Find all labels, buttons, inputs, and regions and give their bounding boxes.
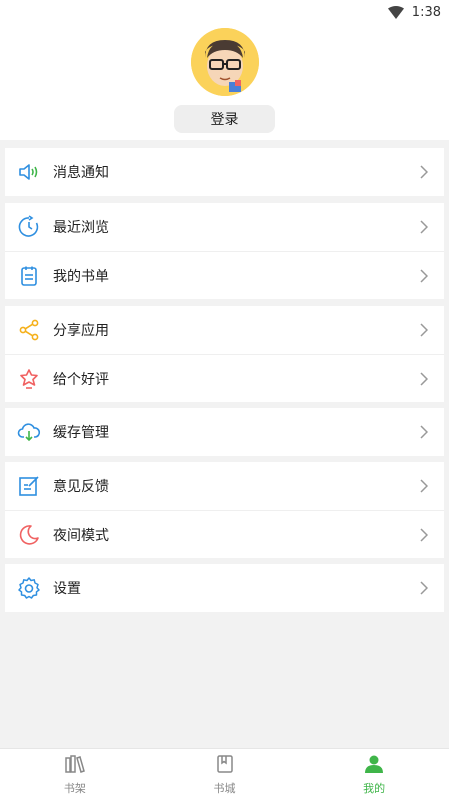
status-bar: 1:38 [0,0,449,24]
menu-item-label: 设置 [53,581,81,597]
chevron-right-icon [416,322,432,338]
chevron-right-icon [416,424,432,440]
menu-item-label: 意见反馈 [53,479,109,495]
clock-icon [17,215,41,239]
menu-group-social: 分享应用 给个好评 [5,306,444,402]
chevron-right-icon [416,219,432,235]
menu-item-cache[interactable]: 缓存管理 [5,408,444,456]
share-icon [17,318,41,342]
chevron-right-icon [416,580,432,596]
menu-group-cache: 缓存管理 [5,408,444,456]
menu-group-settings: 设置 [5,564,444,612]
menu-item-label: 消息通知 [53,165,109,181]
chevron-right-icon [416,527,432,543]
menu-item-notifications[interactable]: 消息通知 [5,148,444,196]
list-icon [17,264,41,288]
feedback-icon [17,474,41,498]
profile-header: 1:38 登录 [0,0,449,140]
nav-label: 书架 [63,781,86,795]
menu-item-rate[interactable]: 给个好评 [5,354,444,402]
menu-item-label: 夜间模式 [53,527,109,544]
menu-item-recent[interactable]: 最近浏览 [5,203,444,251]
menu-item-share[interactable]: 分享应用 [5,306,444,354]
moon-icon [17,523,41,547]
menu-item-label: 缓存管理 [53,425,109,441]
menu-item-label: 最近浏览 [53,220,109,236]
status-time: 1:38 [411,4,441,20]
bookstore-icon [214,754,236,778]
speaker-icon [17,160,41,184]
menu-item-booklist[interactable]: 我的书单 [5,251,444,299]
bookshelf-icon [64,754,86,778]
gear-icon [17,576,41,600]
chevron-right-icon [416,371,432,387]
bottom-navigation: 书架 书城 我的 [0,748,449,800]
menu-item-label: 我的书单 [53,268,109,285]
chevron-right-icon [416,164,432,180]
avatar[interactable] [191,28,259,96]
nav-tab-bookstore[interactable]: 书城 [150,749,300,800]
chevron-right-icon [416,478,432,494]
menu-group-misc: 意见反馈 夜间模式 [5,462,444,558]
nav-label: 我的 [363,781,386,795]
nav-tab-mine[interactable]: 我的 [299,749,449,800]
menu-item-night-mode[interactable]: 夜间模式 [5,510,444,558]
menu-item-label: 分享应用 [53,323,109,339]
wifi-icon [387,5,404,19]
menu-group-notifications: 消息通知 [5,148,444,196]
chevron-right-icon [416,268,432,284]
menu-item-label: 给个好评 [53,371,109,388]
menu-group-reading: 最近浏览 我的书单 [5,203,444,299]
cloud-download-icon [17,420,41,444]
menu-item-feedback[interactable]: 意见反馈 [5,462,444,510]
thumbs-up-icon [17,367,41,391]
login-button[interactable]: 登录 [174,105,275,133]
nav-label: 书城 [213,781,236,795]
nav-tab-bookshelf[interactable]: 书架 [0,749,150,800]
menu-item-settings[interactable]: 设置 [5,564,444,612]
person-icon [363,754,385,778]
